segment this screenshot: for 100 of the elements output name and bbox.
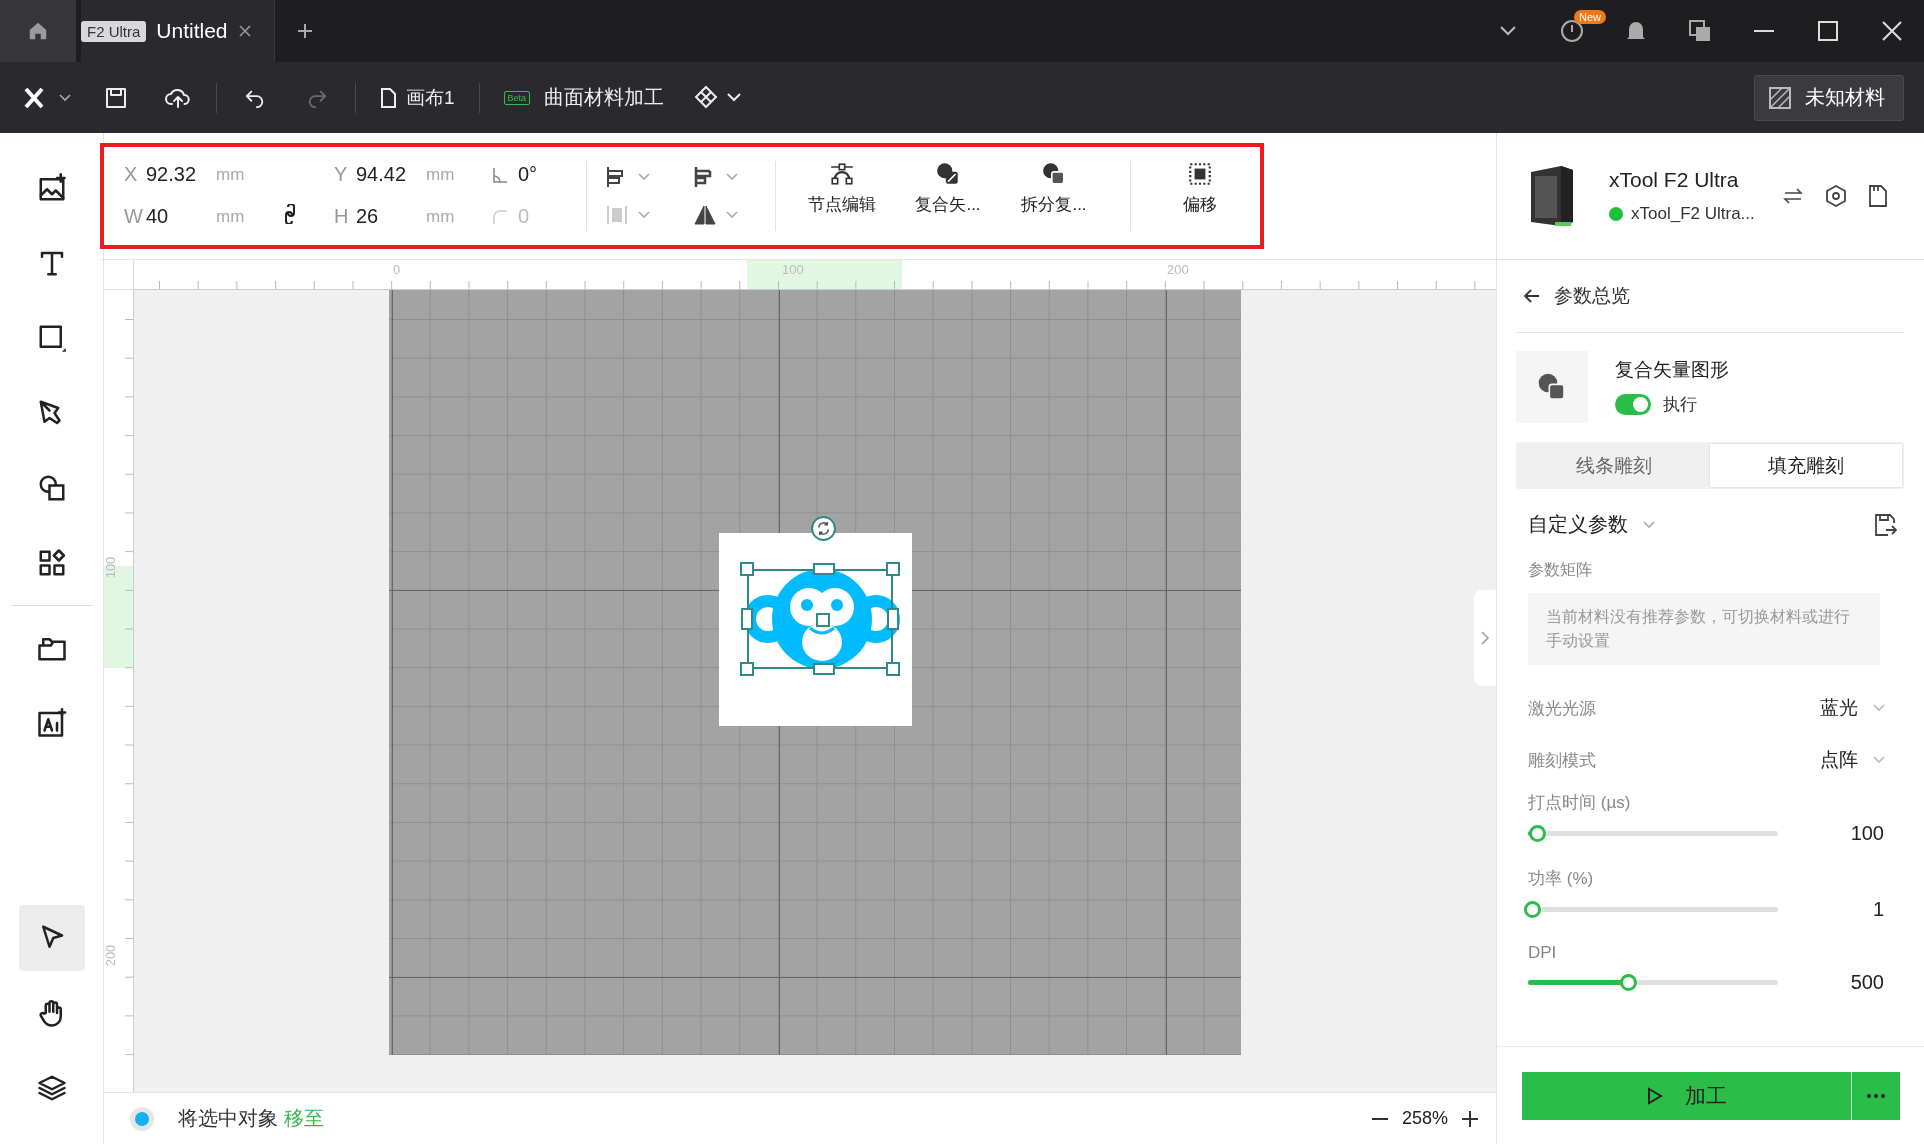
home-button[interactable] [0,0,76,62]
chevron-down-icon [725,210,739,220]
close-icon [1882,21,1902,41]
plus-icon [295,22,314,40]
node-edit-icon [829,161,855,187]
sd-card-icon[interactable] [1868,185,1887,207]
object-type: 复合矢量图形 [1615,358,1729,382]
chevron-down-icon [637,210,651,220]
combine-icon [935,161,961,187]
settings-icon[interactable] [1824,185,1847,207]
value-field[interactable]: 0° [518,163,538,186]
home-icon [27,20,49,42]
ruler-label: 200 [1167,262,1189,277]
swap-icon[interactable] [1782,188,1803,204]
slider-value: 500 [1850,971,1884,994]
ruler-label: 0 [393,262,401,277]
mode-button[interactable]: Beta 曲面材料加工 [497,83,671,112]
node-edit-button[interactable]: 节点编辑 [794,161,890,231]
add-image-icon [36,173,67,203]
slider-value: 1 [1872,898,1884,921]
offset-button[interactable]: 偏移 [1165,161,1235,231]
mode-tab[interactable]: 线条雕刻 [1518,444,1710,487]
maximize-icon [1818,21,1838,41]
unit-label: mm [216,206,246,227]
status-indicator [130,1106,154,1131]
logo-icon [24,86,74,109]
chevron-down-icon [1872,703,1886,713]
layers-icon [36,1073,67,1103]
field-label: H [334,205,350,228]
rotate-icon [816,521,831,536]
unit-label: mm [426,164,456,185]
info-note: 当前材料没有推荐参数，可切换材料或进行手动设置 [1528,593,1880,665]
field-label: Y [334,163,349,186]
minimize-icon [1754,29,1774,33]
slider-label: 功率 (%) [1528,868,1595,890]
pointer-tool[interactable] [18,905,85,971]
chevron-down-icon [1872,755,1886,765]
preset-dropdown[interactable]: 自定义参数 [1528,511,1656,538]
mode-tab[interactable]: 填充雕刻 [1710,444,1902,487]
field-label: 激光光源 [1528,697,1596,720]
execute-toggle[interactable] [1615,394,1651,415]
flip-icon [693,203,717,227]
chevron-down-icon [1642,519,1656,530]
value-field[interactable]: 40 [146,205,216,228]
back-arrow-icon [1524,289,1540,303]
ruler-label: 200 [103,944,119,967]
combine-button[interactable]: 复合矢... [900,161,996,231]
unit-label: mm [216,164,246,185]
select-dropdown[interactable]: 蓝光 [1820,695,1886,721]
process-button[interactable]: 加工 [1522,1071,1852,1120]
document-icon [380,87,396,108]
ai-icon [36,708,67,738]
beta-badge: Beta [503,90,531,105]
zoom-level: 258% [1401,1108,1448,1129]
slider-label: 打点时间 (µs) [1528,792,1632,814]
selected-monkey-drawing[interactable] [739,561,902,677]
select-dropdown[interactable]: 点阵 [1820,747,1886,773]
export-icon[interactable] [1874,512,1898,537]
zoom-in-icon[interactable] [1462,1110,1478,1127]
back-button[interactable] [1524,289,1540,303]
chevron-down-icon [637,172,651,182]
link-icon[interactable] [284,204,296,224]
ruler-label: 100 [782,262,804,277]
toggle-label: 执行 [1663,394,1697,416]
offset-icon [1187,161,1213,187]
new-badge: New [1574,10,1606,24]
windows-icon [1688,19,1712,43]
panel-title: 参数总览 [1554,284,1630,308]
connection-name: xTool_F2 Ultra... [1631,204,1755,224]
save-icon [105,86,127,109]
slider-value: 100 [1850,822,1884,845]
canvas-button[interactable]: 画布1 [374,83,461,112]
cloud-upload-icon [165,86,191,109]
corner-radius-icon [492,208,508,225]
document-tab[interactable]: F2 Ultra Untitled [81,0,275,62]
status-message: 将选中对象 [178,1106,278,1131]
slider-label: DPI [1528,943,1558,963]
section-label: 参数矩阵 [1528,560,1593,580]
value-field[interactable]: 92.32 [146,163,216,186]
chevron-down-icon [725,172,739,182]
angle-icon [492,166,508,183]
field-label: X [124,163,139,186]
ruler-label: 100 [103,556,119,579]
zoom-out-icon[interactable] [1371,1116,1388,1121]
material-button[interactable]: 未知材料 [1754,74,1904,121]
play-icon [1646,1086,1663,1105]
unit-label: mm [426,206,456,227]
hatched-square-icon [1769,86,1791,109]
field-label: 雕刻模式 [1528,749,1596,772]
split-button[interactable]: 拆分复... [1006,161,1102,231]
field-label: W [124,205,144,228]
chevron-right-icon [1481,631,1489,645]
model-badge: F2 Ultra [81,20,147,42]
value-field[interactable]: 26 [356,205,426,228]
close-icon[interactable] [237,24,252,38]
rotate-handle[interactable] [811,516,836,541]
value-field[interactable]: 94.42 [356,163,426,186]
device-name: xTool F2 Ultra [1609,168,1740,192]
more-icon [1866,1093,1886,1098]
chevron-down-icon [1499,25,1517,37]
